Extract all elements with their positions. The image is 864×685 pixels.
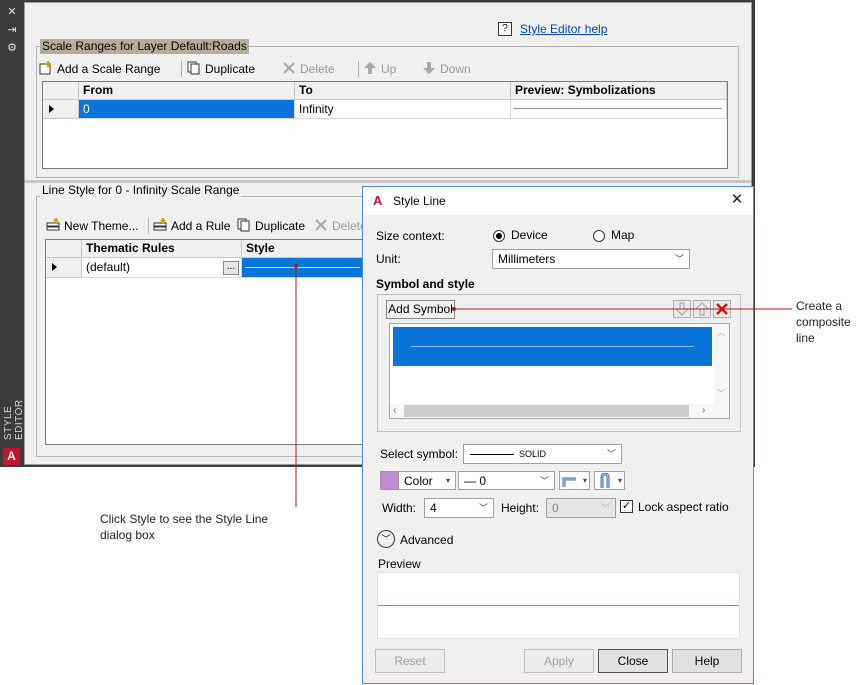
composite-line-callout-dot: [452, 307, 456, 311]
callout-lines: [294, 264, 792, 507]
style-click-callout: Click Style to see the Style Line dialog…: [100, 512, 269, 542]
style-callout-dot: [294, 264, 298, 268]
composite-line-callout: Create a composite line: [796, 299, 851, 345]
